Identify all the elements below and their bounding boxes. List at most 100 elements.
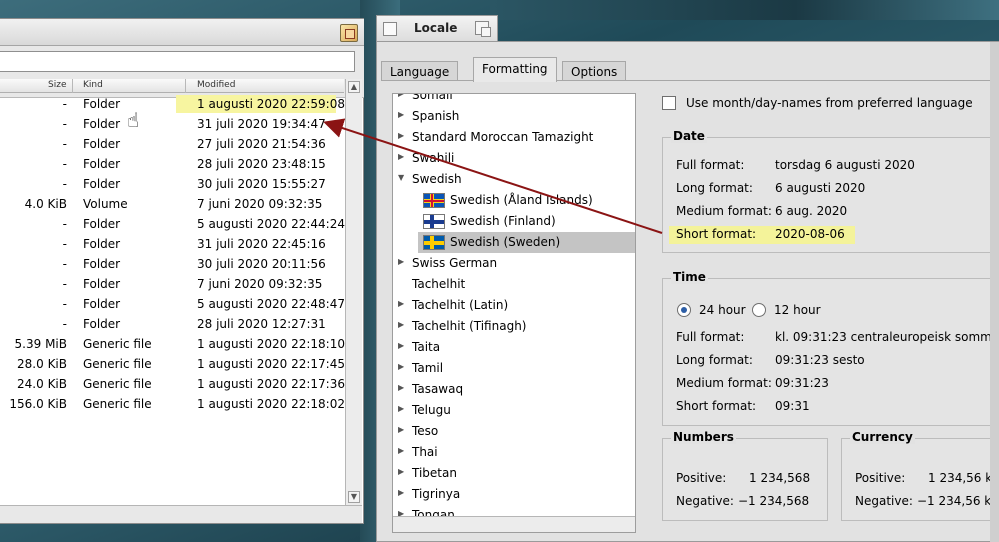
row-kind: Folder	[83, 217, 121, 231]
language-label: Tibetan	[412, 466, 457, 480]
table-row[interactable]: - Folder 31 juli 2020 19:34:47	[0, 114, 344, 134]
language-item[interactable]: Swedish (Åland Islands)	[418, 190, 635, 211]
language-item[interactable]: ▶ Swahili	[393, 148, 635, 169]
chevron-right-icon[interactable]: ▶	[398, 94, 404, 98]
chevron-right-icon[interactable]: ▶	[398, 446, 404, 455]
table-row[interactable]: 24.0 KiB Generic file 1 augusti 2020 22:17…	[0, 374, 345, 394]
row-modified: 31 juli 2020 22:45:16	[197, 237, 326, 251]
language-item[interactable]: ▶ Somali	[393, 93, 635, 106]
chevron-right-icon[interactable]: ▶	[398, 152, 404, 161]
chevron-right-icon[interactable]: ▶	[398, 131, 404, 140]
time-format-value: 09:31:23 sesto	[775, 353, 865, 367]
scroll-up-icon[interactable]: ▲	[348, 81, 360, 93]
language-item[interactable]: ▶ Tibetan	[393, 463, 635, 484]
chevron-right-icon[interactable]: ▶	[398, 299, 404, 308]
chevron-right-icon[interactable]: ▶	[398, 257, 404, 266]
chevron-right-icon[interactable]: ▶	[398, 383, 404, 392]
chevron-right-icon[interactable]: ▶	[398, 404, 404, 413]
table-row[interactable]: - Folder 30 juli 2020 15:55:27	[0, 174, 344, 194]
chevron-right-icon[interactable]: ▶	[398, 488, 404, 497]
row-modified: 1 augusti 2020 22:18:02	[197, 397, 345, 411]
desktop-background-top	[490, 0, 999, 20]
chevron-right-icon[interactable]: ▶	[398, 425, 404, 434]
tracker-title-bar[interactable]	[0, 19, 364, 46]
table-row[interactable]: - Folder 28 juli 2020 12:27:31	[0, 314, 344, 334]
language-label: Somali	[412, 93, 453, 102]
table-row[interactable]: - Folder 31 juli 2020 22:45:16	[0, 234, 344, 254]
table-row[interactable]: 5.39 MiB Generic file 1 augusti 2020 22:18…	[0, 334, 345, 354]
row-modified: 5 augusti 2020 22:48:47	[197, 297, 345, 311]
tracker-horizontal-scrollbar[interactable]	[0, 505, 362, 523]
row-kind: Folder	[83, 157, 121, 171]
language-list: ▶ Somali ▶ Spanish ▶ Standard Moroccan Tamazi…	[392, 93, 636, 533]
language-item[interactable]: ▶ Tachelhit (Tifinagh)	[393, 316, 635, 337]
zoom-icon[interactable]	[340, 24, 358, 42]
language-list-horizontal-scrollbar[interactable]	[393, 516, 635, 532]
date-format-key: Full format:	[676, 158, 745, 172]
language-label: Tachelhit (Latin)	[412, 298, 509, 312]
chevron-right-icon[interactable]: ▶	[398, 467, 404, 476]
language-item[interactable]: ▶ Standard Moroccan Tamazight	[393, 127, 635, 148]
chevron-right-icon[interactable]: ▶	[398, 341, 404, 350]
language-list-scrollbar[interactable]: ▲ ▼	[635, 94, 636, 516]
table-row[interactable]: 4.0 KiB Volume 7 juni 2020 09:32:35	[0, 194, 344, 214]
language-label: Tachelhit (Tifinagh)	[412, 319, 527, 333]
column-kind[interactable]: Kind	[83, 80, 103, 90]
chevron-right-icon[interactable]: ▶	[398, 110, 404, 119]
table-row[interactable]: - Folder 27 juli 2020 21:54:36	[0, 134, 344, 154]
row-kind: Folder	[83, 237, 121, 251]
row-size: 156.0 KiB	[9, 397, 67, 411]
date-format-key: Medium format:	[676, 204, 772, 218]
currency-group-title: Currency	[850, 430, 915, 444]
chevron-right-icon[interactable]: ▶	[398, 362, 404, 371]
column-size[interactable]: Size	[48, 80, 66, 90]
scroll-down-icon[interactable]: ▼	[348, 491, 360, 503]
numbers-positive-label: Positive:	[676, 471, 727, 485]
column-separator[interactable]	[72, 79, 73, 93]
language-item[interactable]: ▶ Tachelhit (Latin)	[393, 295, 635, 316]
language-item[interactable]: ▼ Swedish	[393, 169, 635, 190]
tracker-vertical-scrollbar[interactable]: ▲ ▼	[345, 79, 362, 505]
row-size: 4.0 KiB	[24, 197, 67, 211]
row-modified: 28 juli 2020 12:27:31	[197, 317, 326, 331]
row-kind: Generic file	[83, 397, 152, 411]
tab-formatting[interactable]: Formatting	[473, 57, 557, 82]
zoom-icon[interactable]	[475, 21, 491, 37]
currency-group: Currency Positive: 1 234,56 kr Negative:…	[841, 430, 999, 521]
tab-language[interactable]: Language	[381, 61, 459, 81]
table-row[interactable]: - Folder 28 juli 2020 23:48:15	[0, 154, 344, 174]
close-icon[interactable]	[383, 22, 397, 36]
table-row[interactable]: - Folder 30 juli 2020 20:11:56	[0, 254, 344, 274]
month-day-names-checkbox[interactable]	[662, 96, 676, 110]
locale-title-bar[interactable]: Locale	[376, 15, 498, 42]
table-row[interactable]: 28.0 KiB Generic file 1 augusti 2020 22:17…	[0, 354, 345, 374]
radio-12-hour[interactable]: 12 hour	[752, 303, 862, 319]
table-row[interactable]: - Folder 5 augusti 2020 22:44:24	[0, 214, 345, 234]
language-label: Swedish (Åland Islands)	[450, 193, 593, 207]
language-item[interactable]: ▶ Tigrinya	[393, 484, 635, 505]
radio-24-hour-button[interactable]	[677, 303, 691, 317]
table-row[interactable]: - Folder 5 augusti 2020 22:48:47	[0, 294, 345, 314]
language-item[interactable]: Swedish (Sweden)	[418, 232, 635, 253]
language-item[interactable]: ▶ Tasawaq	[393, 379, 635, 400]
language-item[interactable]: ▶ Thai	[393, 442, 635, 463]
date-format-row: Full format: torsdag 6 augusti 2020	[669, 157, 989, 175]
table-row[interactable]: - Folder 1 augusti 2020 22:59:08	[0, 94, 345, 114]
chevron-down-icon[interactable]: ▼	[398, 173, 404, 182]
table-row[interactable]: 156.0 KiB Generic file 1 augusti 2020 22:1…	[0, 394, 345, 414]
language-item[interactable]: ▶ Taita	[393, 337, 635, 358]
chevron-right-icon[interactable]: ▶	[398, 320, 404, 329]
language-item[interactable]: ▶ Telugu	[393, 400, 635, 421]
radio-12-hour-button[interactable]	[752, 303, 766, 317]
tab-options[interactable]: Options	[562, 61, 627, 81]
column-separator[interactable]	[185, 79, 186, 93]
language-item[interactable]: ▶ Teso	[393, 421, 635, 442]
table-row[interactable]: - Folder 7 juni 2020 09:32:35	[0, 274, 344, 294]
path-input[interactable]	[0, 51, 355, 72]
column-modified[interactable]: Modified	[197, 80, 235, 90]
language-item[interactable]: Tachelhit	[393, 274, 635, 295]
language-item[interactable]: Swedish (Finland)	[418, 211, 635, 232]
language-item[interactable]: ▶ Tamil	[393, 358, 635, 379]
language-item[interactable]: ▶ Swiss German	[393, 253, 635, 274]
language-item[interactable]: ▶ Spanish	[393, 106, 635, 127]
